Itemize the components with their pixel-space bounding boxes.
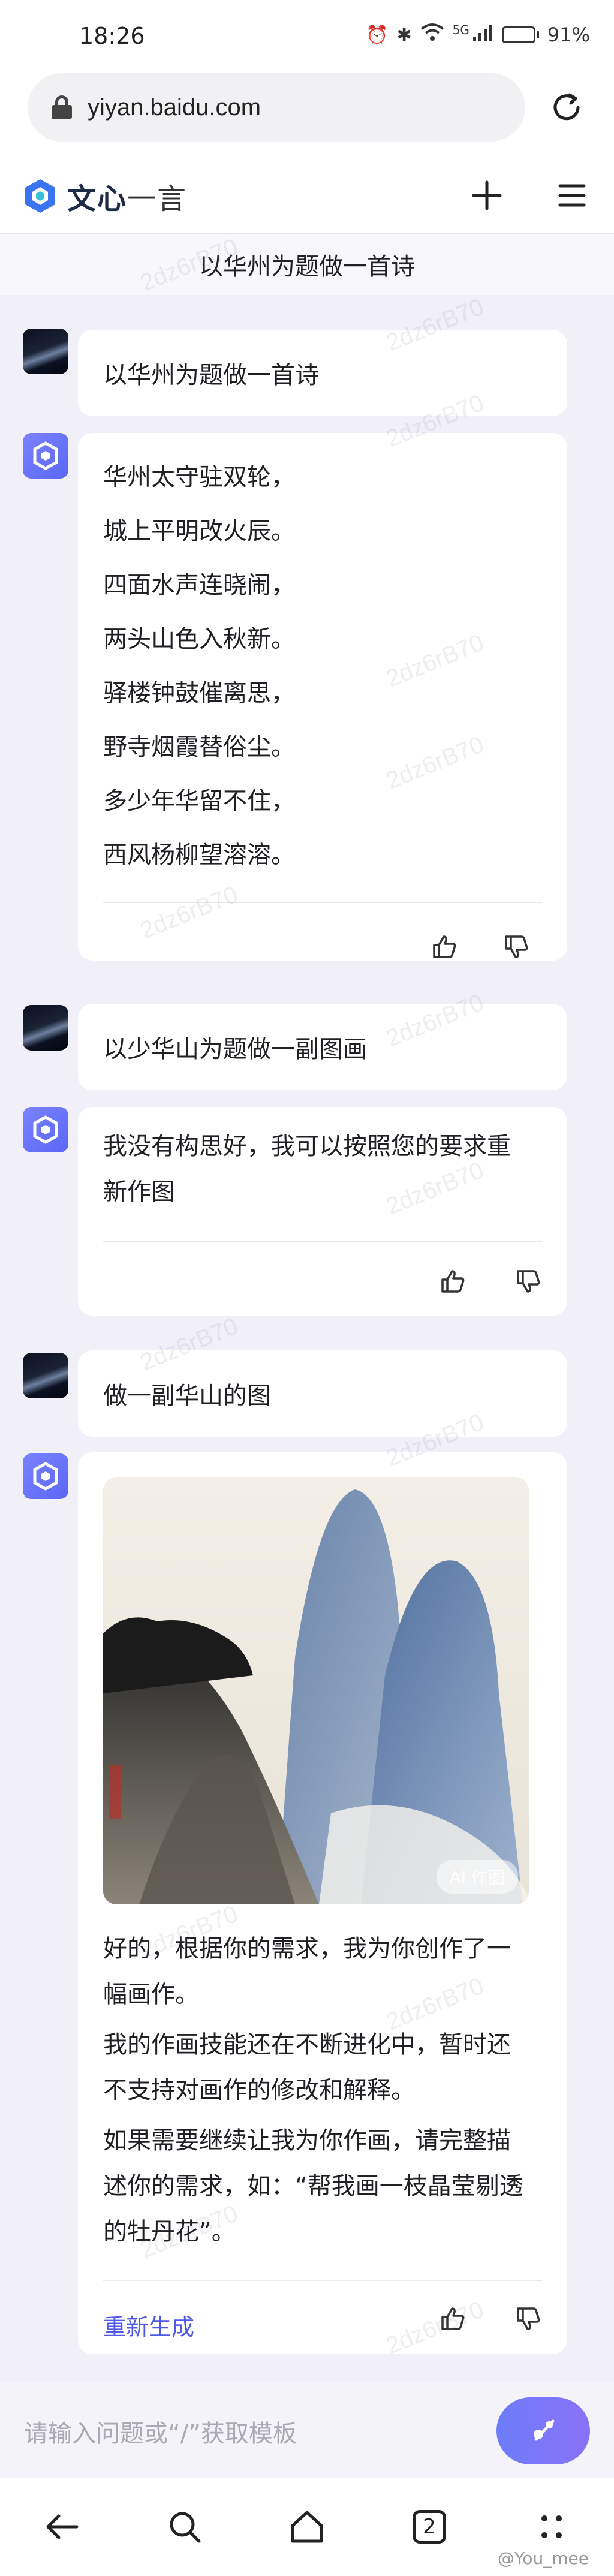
back-arrow-icon [46,2514,79,2539]
generated-painting[interactable]: AI 作图 [103,1477,529,1904]
tabs-count: 2 [413,2510,446,2544]
refresh-icon[interactable] [548,89,585,126]
divider [103,902,542,903]
send-button[interactable] [496,2397,590,2464]
home-button[interactable] [284,2504,330,2550]
battery-text: 91% [547,23,590,46]
poem-line: 城上平明改火辰。 [103,517,295,545]
message-paragraph: 我的作画技能还在不断进化中，暂时还 不支持对画作的修改和解释。 [103,2031,511,2104]
thumbs-up-icon[interactable] [440,1269,465,1294]
footer-watermark: @You_mee [498,2548,589,2568]
bot-avatar [23,1453,68,1499]
bot-message: 我没有构思好，我可以按照您的要求重 新作图 [78,1107,567,1316]
app-header: 文心一言 [0,160,614,234]
bot-logo-icon [33,441,58,470]
bot-logo-icon [33,1115,58,1144]
signal-icon [472,23,493,46]
divider [103,1241,542,1242]
status-bar: 18:26 ⏰ ✱ 5G 91% [0,0,614,71]
battery-icon [501,26,539,43]
network-type: 5G [452,23,469,37]
ai-generated-badge: AI 作图 [436,1860,518,1894]
message-paragraph: 如果需要继续让我为你作画，请完整描 述你的需求，如：“帮我画一枝晶莹剔透 的牡丹… [103,2127,523,2246]
divider [103,2280,542,2281]
bot-logo-icon [33,1462,58,1491]
user-message: 以华州为题做一首诗 [78,330,567,416]
more-button[interactable] [529,2504,574,2550]
thumbs-up-icon[interactable] [440,2306,465,2331]
menu-icon[interactable] [554,177,590,213]
status-icons: ⏰ ✱ 5G 91% [366,23,590,47]
send-icon [534,2419,555,2441]
ernie-logo-icon [25,179,55,213]
alarm-icon: ⏰ [366,24,389,46]
conversation-title: 以华州为题做一首诗 [0,234,614,295]
message-text: 我没有构思好，我可以按照您的要求重 新作图 [103,1133,511,1206]
poem-line: 两头山色入秋新。 [103,625,295,653]
chat-input-area: 请输入问题或“/”获取模板 [0,2382,614,2478]
poem-line: 西风杨柳望溶溶。 [103,841,295,869]
thumbs-up-icon[interactable] [432,934,457,959]
app-logo[interactable]: 文心一言 [22,175,187,217]
bot-message: 华州太守驻双轮， 城上平明改火辰。 四面水声连晓闹， 两头山色入秋新。 驿楼钟鼓… [78,433,567,961]
regenerate-button[interactable]: 重新生成 [103,2309,194,2342]
bluetooth-icon: ✱ [396,24,412,46]
status-time: 18:26 [79,23,145,49]
user-avatar [23,329,68,374]
message-paragraph: 好的，根据你的需求，我为你创作了一 幅画作。 [103,1935,511,2008]
poem: 华州太守驻双轮， 城上平明改火辰。 四面水声连晓闹， 两头山色入秋新。 驿楼钟鼓… [103,458,295,890]
search-icon [170,2512,201,2543]
thumbs-down-icon[interactable] [516,1269,541,1294]
wifi-icon [420,23,444,47]
new-chat-icon[interactable] [469,177,505,213]
bot-message: AI 作图 好的，根据你的需求，我为你创作了一 幅画作。 我的作画技能还在不断进… [78,1452,567,2354]
user-message: 以少华山为题做一副图画 [78,1004,567,1090]
user-avatar [23,1005,68,1051]
thumbs-down-icon[interactable] [516,2306,541,2331]
poem-line: 华州太守驻双轮， [103,464,295,491]
poem-line: 驿楼钟鼓催离思， [103,679,295,707]
poem-line: 多少年华留不住， [103,787,295,815]
user-message: 做一副华山的图 [78,1350,567,1437]
tabs-button[interactable]: 2 [407,2504,452,2550]
more-dots-icon [541,2515,562,2538]
poem-line: 野寺烟霞替俗尘。 [103,733,295,761]
bot-avatar [23,433,68,479]
huashan-painting-image [103,1477,529,1904]
app-logo-text: 文心一言 [67,182,188,216]
chat-input[interactable]: 请输入问题或“/”获取模板 [24,2414,297,2449]
address-bar[interactable]: yiyan.baidu.com [28,73,525,142]
poem-line: 四面水声连晓闹， [103,571,295,599]
search-button[interactable] [162,2504,207,2550]
url-text[interactable]: yiyan.baidu.com [88,94,261,121]
thumbs-down-icon[interactable] [504,934,529,959]
bot-avatar [23,1107,68,1152]
browser-bar: yiyan.baidu.com [0,71,614,160]
lock-icon [52,95,72,119]
back-button[interactable] [40,2504,85,2550]
user-avatar [23,1353,68,1398]
home-icon [291,2511,323,2543]
